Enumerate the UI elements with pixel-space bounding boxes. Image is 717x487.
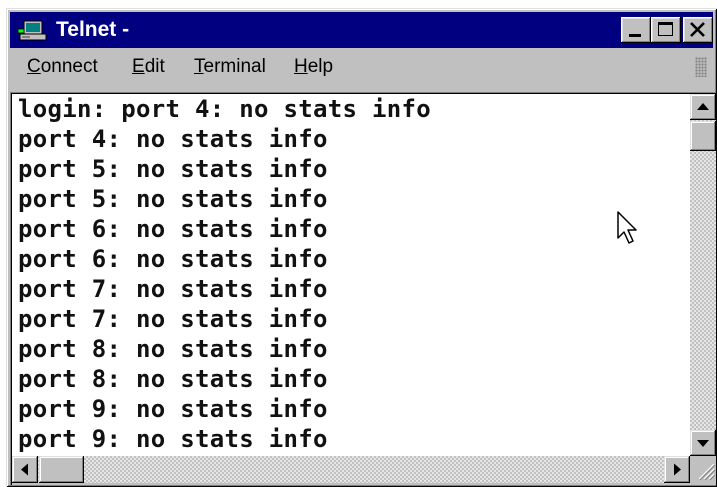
terminal-line: port 7: no stats info bbox=[18, 275, 328, 303]
arrow-left-icon bbox=[21, 463, 28, 476]
terminal-line: port 9: no stats info bbox=[18, 395, 328, 423]
telnet-window: Telnet - Connect Edit Terminal Help logi… bbox=[6, 8, 717, 487]
minimize-icon bbox=[629, 34, 641, 37]
terminal-line: port 5: no stats info bbox=[18, 185, 328, 213]
scroll-right-button[interactable] bbox=[664, 456, 690, 483]
horizontal-scroll-thumb[interactable] bbox=[39, 456, 84, 483]
scroll-up-button[interactable] bbox=[690, 94, 716, 120]
terminal-line: port 5: no stats info bbox=[18, 155, 328, 183]
close-button[interactable] bbox=[683, 17, 713, 43]
title-bar[interactable]: Telnet - bbox=[10, 12, 713, 48]
menu-help[interactable]: Help bbox=[294, 57, 333, 77]
client-area: login: port 4: no stats info port 4: no … bbox=[10, 92, 716, 485]
window-title: Telnet - bbox=[56, 18, 130, 41]
arrow-up-icon bbox=[697, 103, 709, 110]
arrow-right-icon bbox=[674, 463, 681, 476]
size-grip-icon bbox=[698, 463, 716, 481]
terminal-output[interactable]: login: port 4: no stats info port 4: no … bbox=[12, 94, 690, 456]
terminal-line: port 4: no stats info bbox=[18, 125, 328, 153]
maximize-icon bbox=[658, 22, 673, 36]
terminal-line: port 8: no stats info bbox=[18, 335, 328, 363]
menu-terminal[interactable]: Terminal bbox=[194, 57, 266, 77]
scroll-left-button[interactable] bbox=[12, 456, 38, 483]
maximize-button[interactable] bbox=[651, 17, 681, 43]
horizontal-scrollbar[interactable] bbox=[12, 456, 690, 483]
menu-bar: Connect Edit Terminal Help bbox=[10, 51, 713, 81]
arrow-down-icon bbox=[697, 440, 709, 447]
vertical-scroll-thumb[interactable] bbox=[690, 121, 716, 151]
menu-grip bbox=[695, 57, 707, 77]
terminal-line: port 6: no stats info bbox=[18, 215, 328, 243]
terminal-line: port 7: no stats info bbox=[18, 305, 328, 333]
telnet-computer-icon bbox=[18, 20, 47, 41]
mouse-pointer-icon bbox=[617, 211, 637, 244]
scroll-down-button[interactable] bbox=[690, 430, 716, 456]
size-grip[interactable] bbox=[690, 456, 716, 483]
menu-connect[interactable]: Connect bbox=[27, 57, 98, 77]
terminal-line: port 9: no stats info bbox=[18, 425, 328, 453]
terminal-line: port 8: no stats info bbox=[18, 365, 328, 393]
close-icon bbox=[690, 22, 705, 37]
terminal-line: port 6: no stats info bbox=[18, 245, 328, 273]
minimize-button[interactable] bbox=[621, 17, 651, 43]
menu-edit[interactable]: Edit bbox=[132, 57, 165, 77]
terminal-line: login: port 4: no stats info bbox=[18, 95, 431, 123]
vertical-scrollbar[interactable] bbox=[690, 94, 716, 456]
